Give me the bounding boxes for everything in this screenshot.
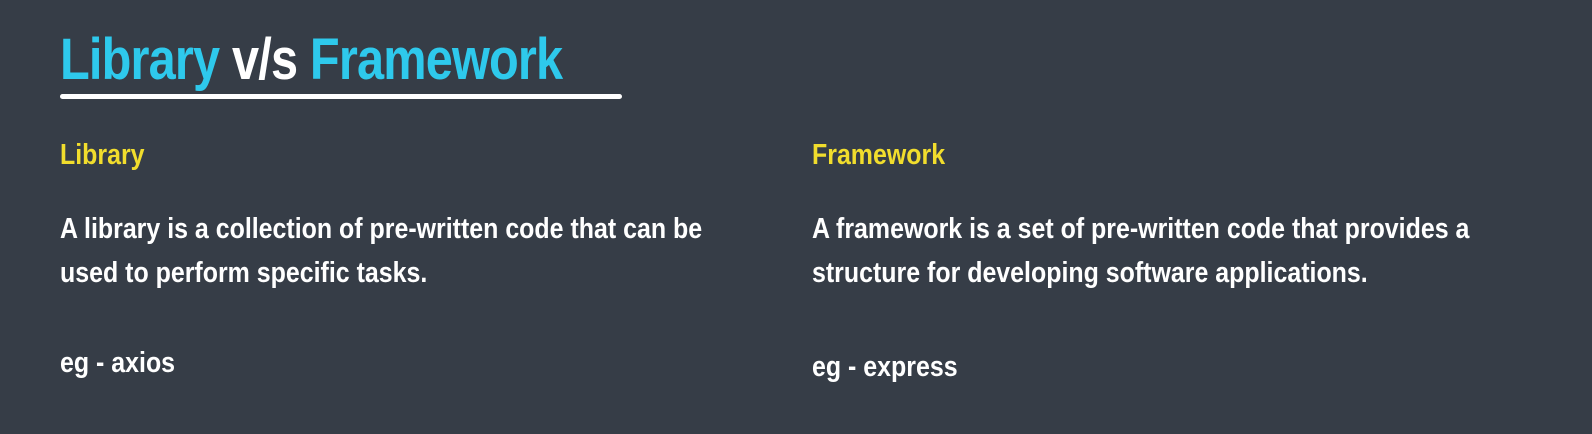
title-library-word: Library xyxy=(60,27,220,92)
title-versus-word: v/s xyxy=(232,27,298,92)
library-heading: Library xyxy=(60,139,145,171)
slide: Library v/s Framework Library A library … xyxy=(0,0,1592,434)
library-description: A library is a collection of pre-written… xyxy=(60,213,703,289)
framework-description: A framework is a set of pre-written code… xyxy=(812,213,1470,289)
title-underline xyxy=(60,94,622,99)
framework-example: eg - express xyxy=(812,351,958,383)
framework-column: Framework A framework is a set of pre-wr… xyxy=(812,135,1572,383)
slide-title: Library v/s Framework xyxy=(60,22,563,98)
title-framework-word: Framework xyxy=(309,27,563,92)
library-column: Library A library is a collection of pre… xyxy=(60,135,760,379)
framework-heading: Framework xyxy=(812,139,946,171)
library-example: eg - axios xyxy=(60,347,176,379)
